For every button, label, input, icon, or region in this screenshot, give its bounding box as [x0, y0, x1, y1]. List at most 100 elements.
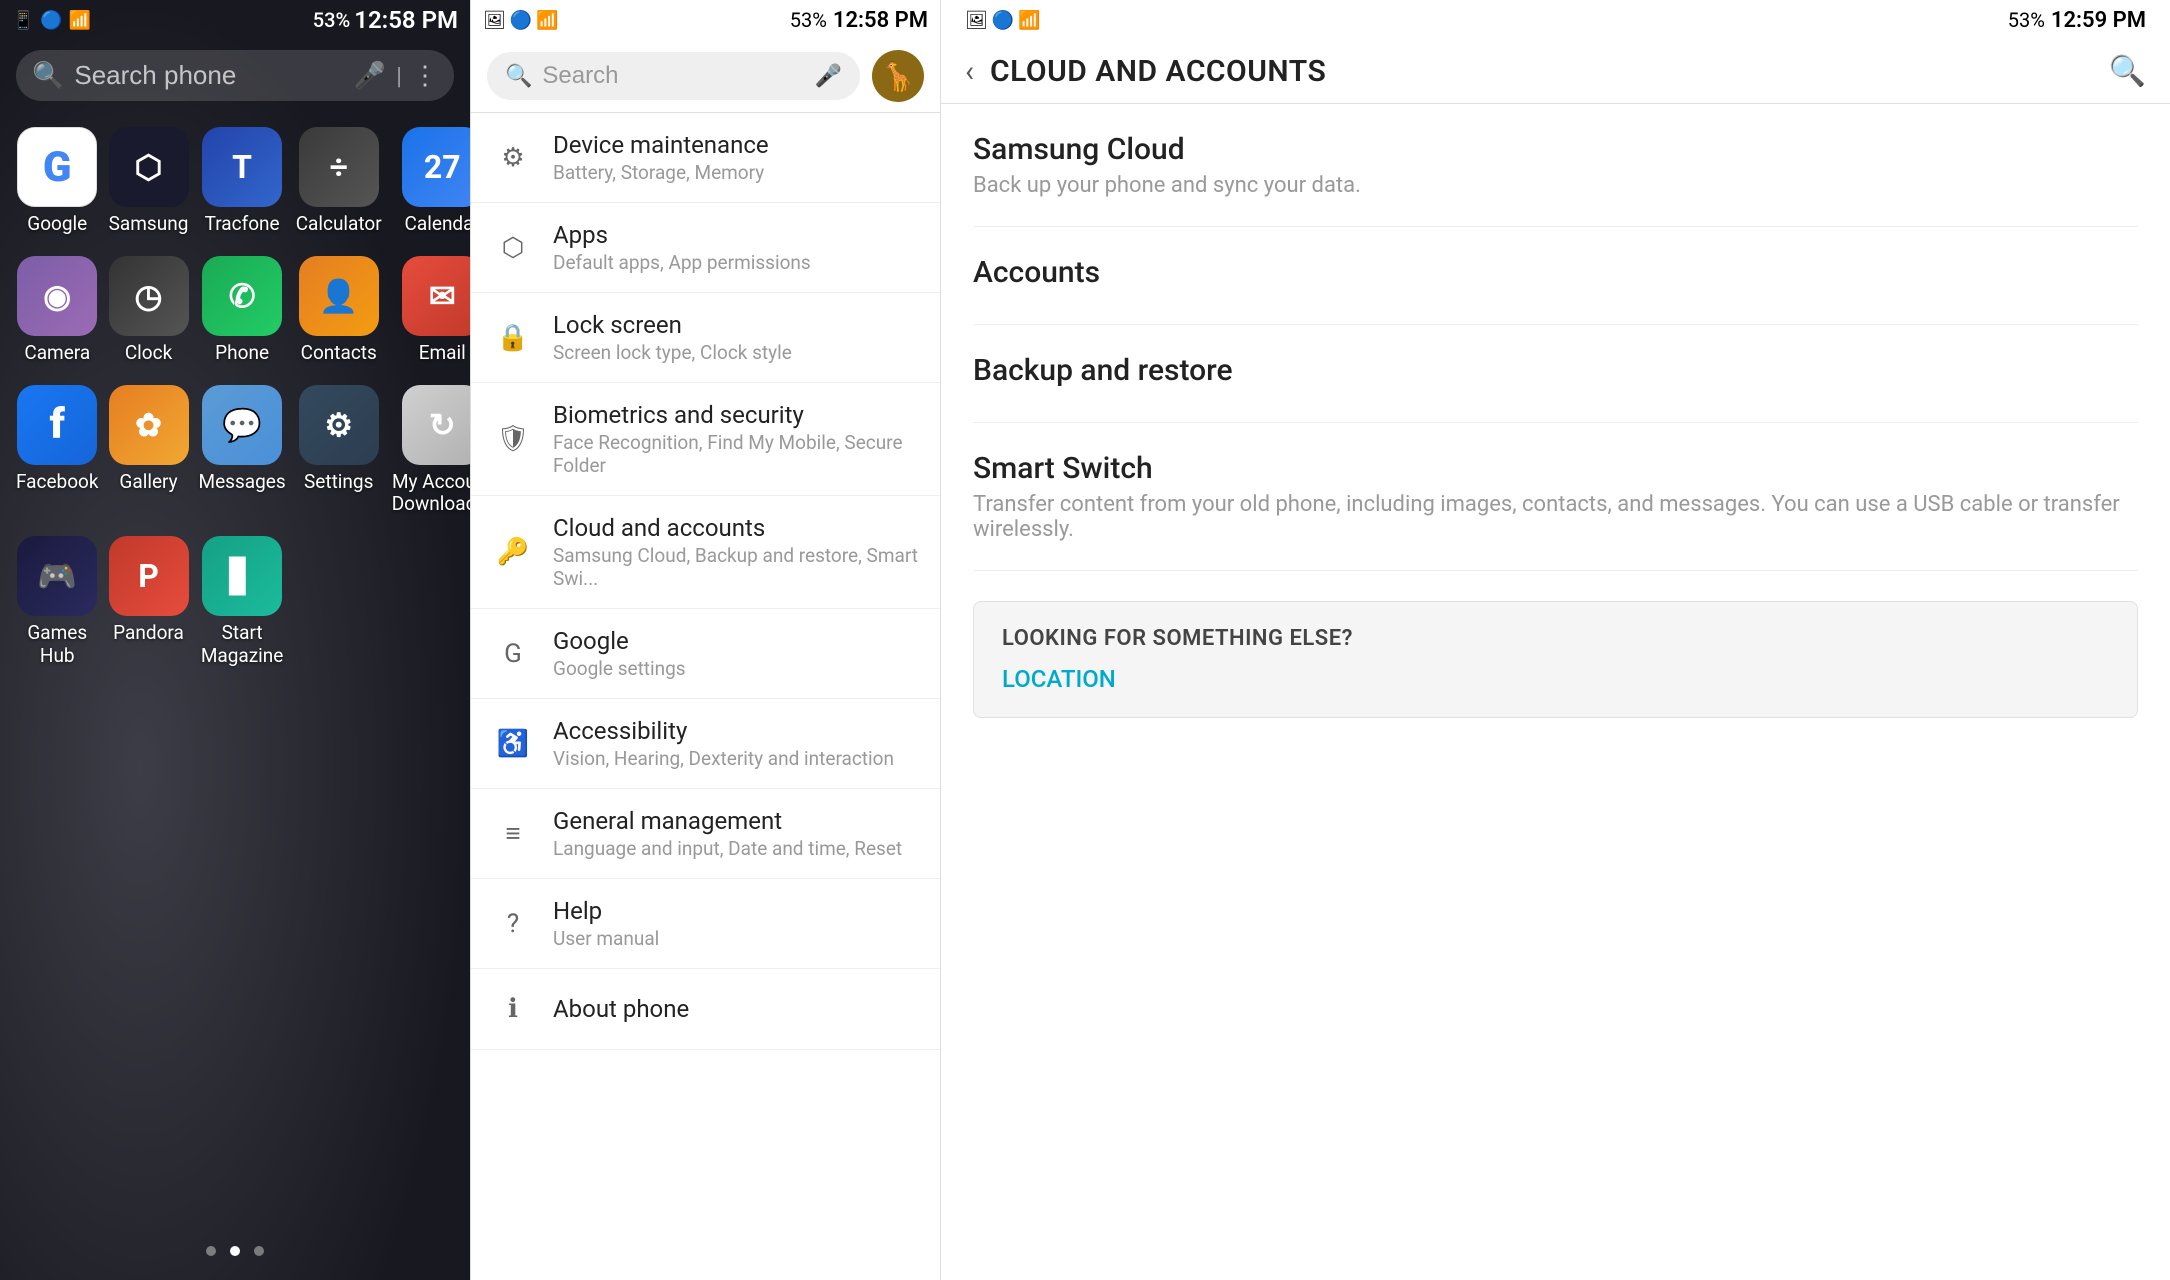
app-label-samsung: Samsung [109, 213, 189, 236]
gallery-icon-status: 🖼 [483, 10, 506, 31]
back-button[interactable]: ‹ [965, 54, 974, 89]
app-icon-pandora: P [109, 536, 189, 616]
app-item-facebook[interactable]: f Facebook [16, 385, 99, 517]
settings-icon-general-management: ≡ [491, 812, 535, 856]
settings-item-google[interactable]: G GoogleGoogle settings [471, 609, 940, 699]
app-item-settings[interactable]: ⚙ Settings [296, 385, 382, 517]
app-icon-messages: 💬 [202, 385, 282, 465]
status-bar-right: 53% 12:58 PM [313, 6, 458, 34]
cloud-section-samsung-cloud[interactable]: Samsung CloudBack up your phone and sync… [973, 104, 2138, 227]
page-dot-2[interactable] [230, 1246, 240, 1256]
settings-subtitle-cloud-accounts: Samsung Cloud, Backup and restore, Smart… [553, 544, 920, 590]
mic-icon-2[interactable]: 🎤 [815, 64, 842, 89]
settings-text-biometrics: Biometrics and securityFace Recognition,… [553, 401, 920, 477]
mic-icon[interactable]: 🎤 [354, 61, 386, 91]
app-label-settings: Settings [304, 471, 373, 494]
settings-item-help[interactable]: ?HelpUser manual [471, 879, 940, 969]
app-icon-contacts: 👤 [299, 256, 379, 336]
app-item-gallery[interactable]: ✿Gallery [109, 385, 189, 517]
cloud-section-smart-switch[interactable]: Smart SwitchTransfer content from your o… [973, 423, 2138, 571]
settings-text-google: GoogleGoogle settings [553, 627, 686, 680]
looking-for-box: LOOKING FOR SOMETHING ELSE? LOCATION [973, 601, 2138, 718]
app-item-myaccount[interactable]: ↻My Account Downloader [392, 385, 470, 517]
app-item-gameshub[interactable]: 🎮Games Hub [16, 536, 99, 668]
app-icon-gameshub: 🎮 [17, 536, 97, 616]
cloud-section-subtitle-smart-switch: Transfer content from your old phone, in… [973, 492, 2138, 542]
settings-title-device-maintenance: Device maintenance [553, 131, 769, 159]
app-label-facebook: Facebook [16, 471, 99, 494]
settings-icon-cloud-accounts: 🔑 [491, 530, 535, 574]
settings-search-input[interactable] [542, 62, 804, 90]
app-item-contacts[interactable]: 👤Contacts [296, 256, 382, 365]
settings-icon-biometrics: 🛡 [491, 417, 535, 461]
settings-item-accessibility[interactable]: ♿AccessibilityVision, Hearing, Dexterity… [471, 699, 940, 789]
app-item-messages[interactable]: 💬Messages [199, 385, 286, 517]
app-label-startmag: Start Magazine [199, 622, 286, 668]
wifi-icon-2: 📶 [536, 10, 558, 31]
page-dot-1[interactable] [206, 1246, 216, 1256]
sim-icon: 📱 [12, 10, 34, 31]
settings-search-bar[interactable]: 🔍 🎤 🦒 [471, 40, 940, 113]
app-item-calendar[interactable]: 27Calendar [392, 127, 470, 236]
settings-item-lock-screen[interactable]: 🔒Lock screenScreen lock type, Clock styl… [471, 293, 940, 383]
gallery-icon-3: 🖼 [965, 10, 988, 31]
cloud-search-button[interactable]: 🔍 [2109, 54, 2146, 89]
app-item-calculator[interactable]: ÷Calculator [296, 127, 382, 236]
cloud-section-accounts[interactable]: Accounts [973, 227, 2138, 325]
settings-item-biometrics[interactable]: 🛡 Biometrics and securityFace Recognition… [471, 383, 940, 496]
settings-text-apps: AppsDefault apps, App permissions [553, 221, 811, 274]
app-item-clock[interactable]: ◷Clock [109, 256, 189, 365]
settings-title-google: Google [553, 627, 686, 655]
settings-title-biometrics: Biometrics and security [553, 401, 920, 429]
home-search-bar[interactable]: 🔍 🎤 | ⋮ [16, 50, 454, 101]
app-label-email: Email [419, 342, 466, 365]
app-item-phone[interactable]: ✆Phone [199, 256, 286, 365]
home-search-input[interactable] [74, 60, 343, 91]
app-item-pandora[interactable]: PPandora [109, 536, 189, 668]
settings-text-accessibility: AccessibilityVision, Hearing, Dexterity … [553, 717, 894, 770]
settings-subtitle-device-maintenance: Battery, Storage, Memory [553, 161, 769, 184]
cloud-accounts-panel: 🖼 🔵 📶 53% 12:59 PM ‹ CLOUD AND ACCOUNTS … [940, 0, 2170, 1280]
settings-search-input-wrap[interactable]: 🔍 🎤 [487, 52, 860, 100]
app-icon-settings: ⚙ [299, 385, 379, 465]
app-icon-facebook: f [17, 385, 97, 465]
avatar[interactable]: 🦒 [872, 50, 924, 102]
app-item-samsung[interactable]: ⬡Samsung [109, 127, 189, 236]
settings-item-general-management[interactable]: ≡General managementLanguage and input, D… [471, 789, 940, 879]
settings-text-cloud-accounts: Cloud and accountsSamsung Cloud, Backup … [553, 514, 920, 590]
app-icon-calculator: ÷ [299, 127, 379, 207]
cloud-section-backup-restore[interactable]: Backup and restore [973, 325, 2138, 423]
location-link[interactable]: LOCATION [1002, 665, 2109, 693]
settings-icon-google: G [491, 632, 535, 676]
app-item-startmag[interactable]: ▋ Start Magazine [199, 536, 286, 668]
settings-title-cloud-accounts: Cloud and accounts [553, 514, 920, 542]
app-icon-google: G [17, 127, 97, 207]
app-label-camera: Camera [24, 342, 90, 365]
settings-item-cloud-accounts[interactable]: 🔑 Cloud and accountsSamsung Cloud, Backup… [471, 496, 940, 609]
settings-item-about-phone[interactable]: ℹAbout phone [471, 969, 940, 1050]
settings-icon-help: ? [491, 902, 535, 946]
app-item-tracfone[interactable]: TTracfone [199, 127, 286, 236]
settings-item-device-maintenance[interactable]: ⚙Device maintenanceBattery, Storage, Mem… [471, 113, 940, 203]
settings-icon-lock-screen: 🔒 [491, 316, 535, 360]
app-item-google[interactable]: GGoogle [16, 127, 99, 236]
settings-subtitle-biometrics: Face Recognition, Find My Mobile, Secure… [553, 431, 920, 477]
more-icon[interactable]: ⋮ [412, 61, 438, 91]
settings-item-apps[interactable]: ⬡ AppsDefault apps, App permissions [471, 203, 940, 293]
app-icon-startmag: ▋ [202, 536, 282, 616]
wifi-icon: 📶 [69, 10, 91, 31]
settings-status-right: 53% 12:58 PM [790, 8, 928, 33]
home-status-bar: 📱 🔵 📶 53% 12:58 PM [0, 0, 470, 40]
settings-icon-apps: ⬡ [491, 226, 535, 270]
app-item-email[interactable]: ✉ Email [392, 256, 470, 365]
app-icon-email: ✉ [402, 256, 470, 336]
home-screen: 📱 🔵 📶 53% 12:58 PM 🔍 🎤 | ⋮ GGoogle⬡Samsu… [0, 0, 470, 1280]
search-icon-2: 🔍 [505, 64, 532, 89]
bt-icon: 🔵 [510, 10, 532, 31]
app-icon-clock: ◷ [109, 256, 189, 336]
battery-percent: 53% [313, 8, 350, 32]
page-dot-3[interactable] [254, 1246, 264, 1256]
wifi-icon-3: 📶 [1018, 10, 1040, 31]
looking-for-title: LOOKING FOR SOMETHING ELSE? [1002, 626, 2109, 651]
app-item-camera[interactable]: ◉Camera [16, 256, 99, 365]
